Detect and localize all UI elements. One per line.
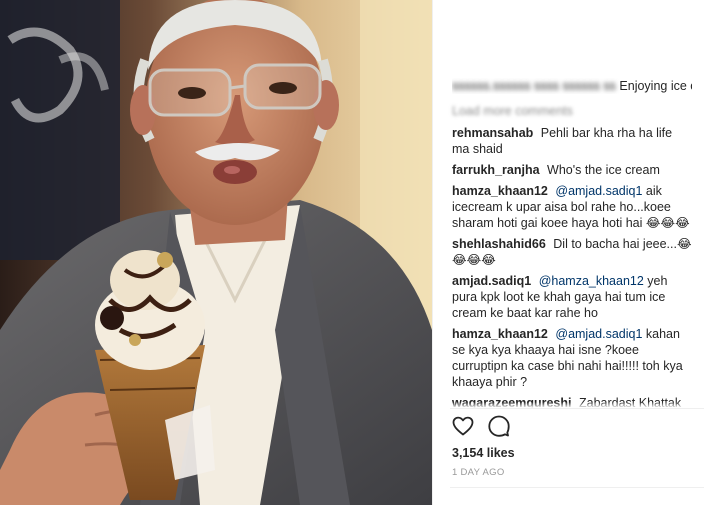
heart-outline-icon[interactable]: [451, 414, 475, 438]
divider: [450, 487, 704, 488]
comment-text: Who's the ice cream: [547, 163, 660, 177]
comment-item: amjad.sadiq1 @hamza_khaan12 yeh pura kpk…: [452, 273, 692, 321]
caption-text: Enjoying ice cream: [619, 79, 692, 93]
comment-username[interactable]: shehlashahid66: [452, 237, 546, 251]
comment-item: hamza_khaan12 @amjad.sadiq1 aik icecream…: [452, 183, 692, 231]
likes-count[interactable]: 3,154 likes: [452, 446, 515, 460]
comment-username[interactable]: hamza_khaan12: [452, 327, 548, 341]
post-timestamp[interactable]: 1 DAY AGO: [452, 467, 505, 478]
comment-item: hamza_khaan12 @amjad.sadiq1 kahan se kya…: [452, 326, 692, 390]
comment-mention[interactable]: @hamza_khaan12: [539, 274, 644, 288]
comment-item: farrukh_ranjha Who's the ice cream: [452, 162, 692, 178]
comment-username[interactable]: amjad.sadiq1: [452, 274, 531, 288]
comments-list[interactable]: rehmansahab Pehli bar kha rha ha life ma…: [452, 125, 692, 408]
comment-username[interactable]: hamza_khaan12: [452, 184, 548, 198]
comment-mention[interactable]: @amjad.sadiq1: [555, 184, 642, 198]
photo-illustration: [0, 0, 432, 505]
speech-bubble-icon[interactable]: [487, 414, 511, 438]
load-more-comments-link[interactable]: Load more comments: [452, 103, 692, 119]
caption: ssssss.ssssss ssss ssssss ss Enjoying ic…: [452, 78, 692, 94]
comment-item: rehmansahab Pehli bar kha rha ha life ma…: [452, 125, 692, 157]
caption-text-blurred: ssss ssssss ss: [533, 79, 616, 93]
comment-mention[interactable]: @amjad.sadiq1: [555, 327, 642, 341]
post-photo[interactable]: [0, 0, 432, 505]
post-details-panel: ssssss.ssssss ssss ssssss ss Enjoying ic…: [432, 0, 704, 505]
caption-username[interactable]: ssssss.ssssss: [452, 79, 530, 93]
comment-item: shehlashahid66 Dil to bacha hai jeee...😂…: [452, 236, 692, 268]
post-actions: [451, 414, 511, 438]
divider: [450, 408, 704, 409]
comment-username[interactable]: rehmansahab: [452, 126, 533, 140]
comment-username[interactable]: farrukh_ranjha: [452, 163, 540, 177]
